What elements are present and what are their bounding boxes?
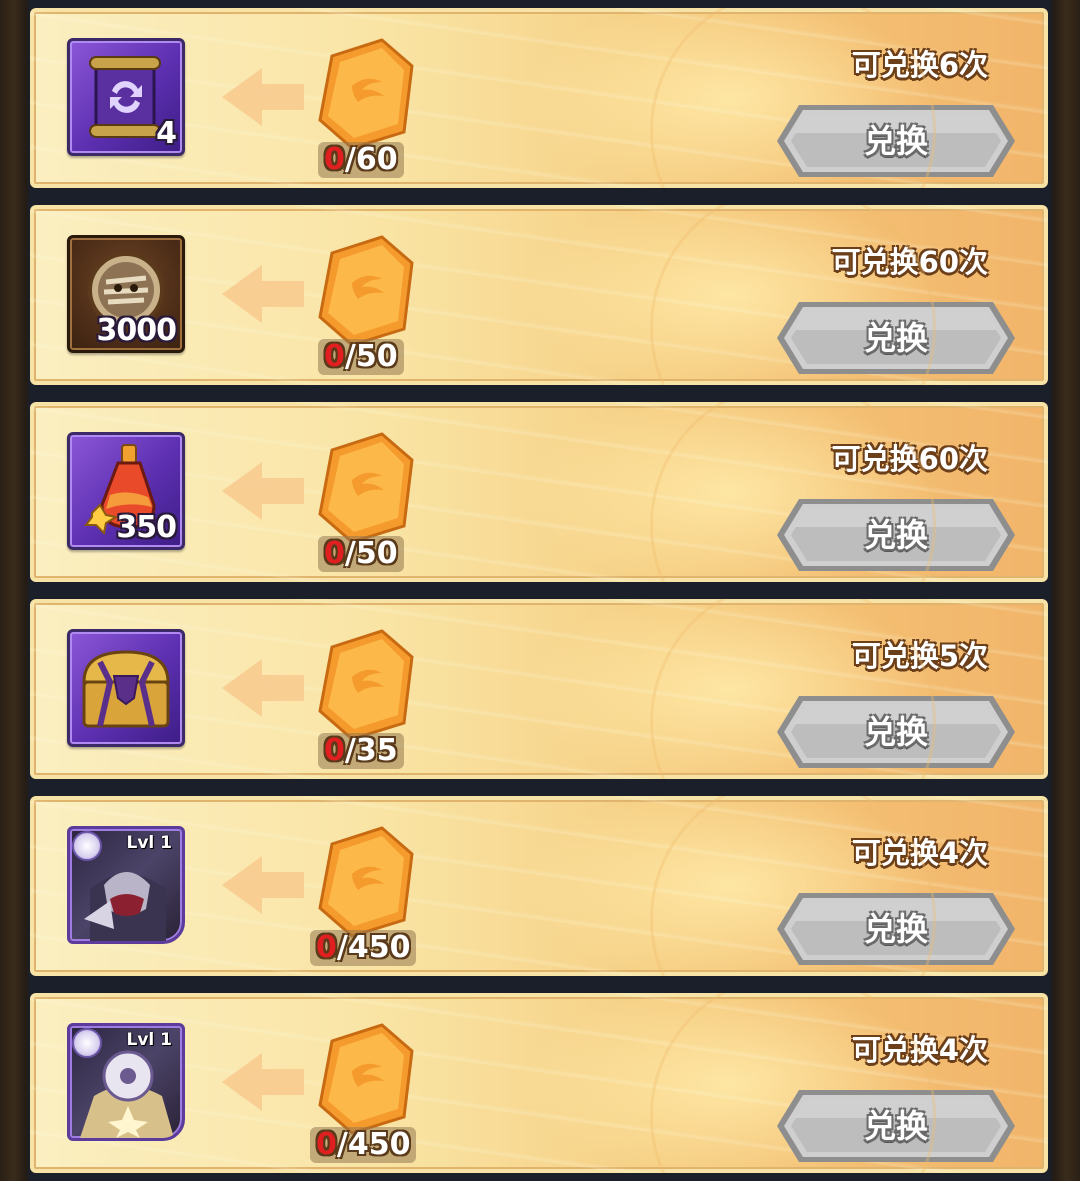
cost-have: 0 xyxy=(316,930,337,965)
exchange-row: 4 0/60 可兑换6次 兑换 xyxy=(30,8,1048,188)
exchange-button[interactable]: 兑换 xyxy=(775,1088,1017,1164)
hero-portrait-armored-icon[interactable]: Lvl 1 xyxy=(67,826,185,944)
exchange-row: Lvl 1 0/450 可兑换4次 兑换 xyxy=(30,993,1048,1173)
exchange-list: 4 0/60 可兑换6次 兑换 3000 0/50 可兑换60次 兑换 350 … xyxy=(30,0,1050,1181)
exchange-button[interactable]: 兑换 xyxy=(775,300,1017,376)
exchange-row: 0/35 可兑换5次 兑换 xyxy=(30,599,1048,779)
cost-have: 0 xyxy=(316,1127,337,1162)
exchange-button[interactable]: 兑换 xyxy=(775,103,1017,179)
gem-currency-icon xyxy=(318,826,414,938)
gem-currency-icon xyxy=(318,38,414,150)
exchange-arrow-icon xyxy=(222,68,304,126)
item-quantity: 4 xyxy=(156,116,177,151)
cost-need: /35 xyxy=(344,733,398,768)
gem-currency-icon xyxy=(318,1023,414,1135)
exchange-limit: 可兑换4次 xyxy=(851,1033,988,1067)
cost-need: /450 xyxy=(336,1127,411,1162)
treasure-chest-icon[interactable] xyxy=(67,629,185,747)
exchange-button[interactable]: 兑换 xyxy=(775,694,1017,770)
cost-need: /50 xyxy=(344,339,398,374)
hero-level: Lvl 1 xyxy=(126,1030,173,1050)
item-quantity: 350 xyxy=(116,510,177,545)
cost-need: /50 xyxy=(344,536,398,571)
cost-counter: 0/450 xyxy=(310,930,417,966)
gem-currency-icon xyxy=(318,629,414,741)
hero-level: Lvl 1 xyxy=(126,833,173,853)
gem-currency-icon xyxy=(318,235,414,347)
exchange-limit: 可兑换4次 xyxy=(851,836,988,870)
exchange-button[interactable]: 兑换 xyxy=(775,497,1017,573)
exchange-limit: 可兑换6次 xyxy=(851,48,988,82)
mummy-coin-icon[interactable]: 3000 xyxy=(67,235,185,353)
exchange-arrow-icon xyxy=(222,265,304,323)
exchange-button[interactable]: 兑换 xyxy=(775,891,1017,967)
cost-counter: 0/50 xyxy=(318,339,404,375)
cost-counter: 0/35 xyxy=(318,733,404,769)
faction-badge-icon xyxy=(72,831,102,861)
hero-portrait-celestial-icon[interactable]: Lvl 1 xyxy=(67,1023,185,1141)
exchange-arrow-icon xyxy=(222,462,304,520)
exchange-button-label: 兑换 xyxy=(863,122,928,160)
shop-frame: 4 0/60 可兑换6次 兑换 3000 0/50 可兑换60次 兑换 350 … xyxy=(0,0,1080,1181)
cost-counter: 0/50 xyxy=(318,536,404,572)
rune-scroll-icon[interactable]: 4 xyxy=(67,38,185,156)
exchange-limit: 可兑换60次 xyxy=(831,442,988,476)
cost-need: /60 xyxy=(344,142,398,177)
cost-counter: 0/60 xyxy=(318,142,404,178)
exchange-button-label: 兑换 xyxy=(863,713,928,751)
exchange-limit: 可兑换5次 xyxy=(851,639,988,673)
faction-badge-icon xyxy=(72,1028,102,1058)
exchange-button-label: 兑换 xyxy=(863,516,928,554)
gem-currency-icon xyxy=(318,432,414,544)
exchange-limit: 可兑换60次 xyxy=(831,245,988,279)
cost-have: 0 xyxy=(324,339,345,374)
exchange-button-label: 兑换 xyxy=(863,319,928,357)
exchange-row: 3000 0/50 可兑换60次 兑换 xyxy=(30,205,1048,385)
exchange-button-label: 兑换 xyxy=(863,1107,928,1145)
exchange-button-label: 兑换 xyxy=(863,910,928,948)
item-quantity: 3000 xyxy=(96,313,177,348)
exchange-arrow-icon xyxy=(222,659,304,717)
exchange-row: Lvl 1 0/450 可兑换4次 兑换 xyxy=(30,796,1048,976)
cost-have: 0 xyxy=(324,536,345,571)
cost-counter: 0/450 xyxy=(310,1127,417,1163)
exchange-row: 350 0/50 可兑换60次 兑换 xyxy=(30,402,1048,582)
exchange-arrow-icon xyxy=(222,856,304,914)
cost-need: /450 xyxy=(336,930,411,965)
cost-have: 0 xyxy=(324,142,345,177)
potion-icon[interactable]: 350 xyxy=(67,432,185,550)
exchange-arrow-icon xyxy=(222,1053,304,1111)
cost-have: 0 xyxy=(324,733,345,768)
